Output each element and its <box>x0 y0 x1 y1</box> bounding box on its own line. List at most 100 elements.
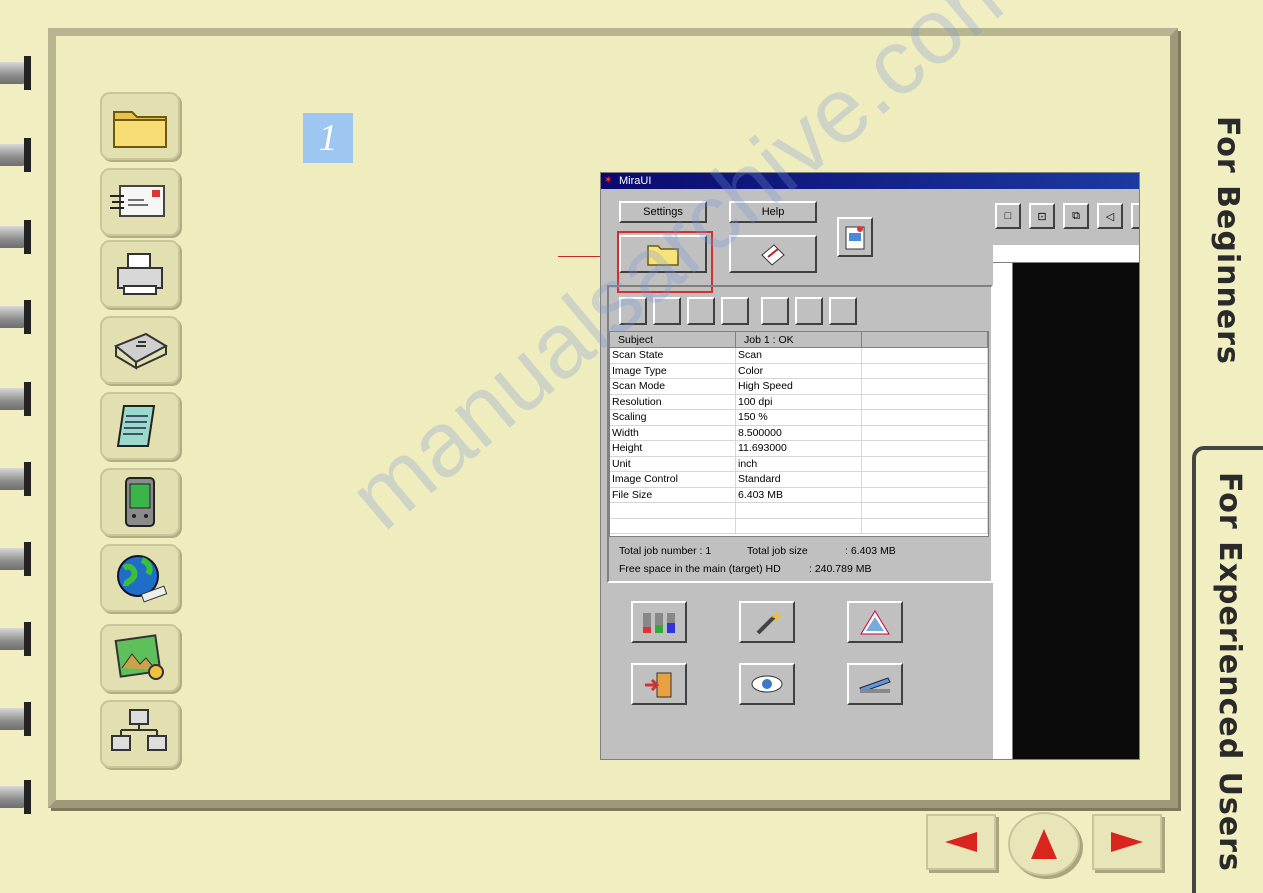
row-value: Scan <box>736 348 862 363</box>
row-value: 8.500000 <box>736 425 862 440</box>
row-extra <box>862 441 988 456</box>
color-bars-button[interactable] <box>631 601 687 643</box>
row-value: High Speed <box>736 379 862 394</box>
save-icon[interactable] <box>721 297 749 325</box>
row-value: 150 % <box>736 410 862 425</box>
row-extra <box>862 425 988 440</box>
header-extra[interactable] <box>862 332 988 347</box>
total-job-size-value: : 6.403 MB <box>845 545 896 557</box>
app-icon: ✶ <box>604 175 613 186</box>
app-titlebar: ✶ MiraUI <box>601 173 1139 189</box>
header-job[interactable]: Job 1 : OK <box>736 332 862 347</box>
row-extra <box>862 472 988 487</box>
crop-tool[interactable]: ⧉ <box>1063 203 1089 229</box>
next-page-button[interactable] <box>1092 814 1162 870</box>
network-icon[interactable] <box>100 700 180 768</box>
row-subject: Image Type <box>610 363 736 378</box>
add-job-icon[interactable] <box>687 297 715 325</box>
arrow-left-icon <box>945 832 977 852</box>
table-row-empty <box>610 503 988 519</box>
tab-for-experienced-users-label: For Experienced Users <box>1212 471 1247 872</box>
handheld-icon[interactable] <box>100 468 180 536</box>
table-row[interactable]: Scaling 150 % <box>610 410 988 426</box>
binder-ring <box>0 462 34 496</box>
job-table: Subject Job 1 : OK Scan State Scan Image T… <box>609 331 989 537</box>
mail-icon[interactable] <box>100 168 180 236</box>
select-tool[interactable]: □ <box>995 203 1021 229</box>
settings-button[interactable]: Settings <box>619 201 707 223</box>
color-triangle-button[interactable] <box>847 601 903 643</box>
document-icon <box>845 226 865 250</box>
previous-page-button[interactable] <box>926 814 996 870</box>
preview-eye-button[interactable] <box>739 663 795 705</box>
app-title: MiraUI <box>619 175 652 187</box>
arrow-right-icon <box>1111 832 1143 852</box>
row-value: 100 dpi <box>736 394 862 409</box>
notepad-icon[interactable] <box>100 392 180 460</box>
delete-icon[interactable] <box>829 297 857 325</box>
row-subject: Width <box>610 425 736 440</box>
folder-icon[interactable] <box>100 92 180 160</box>
table-row-empty <box>610 518 988 534</box>
copy-icon[interactable] <box>653 297 681 325</box>
binder-ring <box>0 702 34 736</box>
scan-button[interactable] <box>847 663 903 705</box>
settings-grid-icon[interactable] <box>795 297 823 325</box>
row-value: 11.693000 <box>736 441 862 456</box>
table-body: Scan State Scan Image Type Color Scan Mode Hi… <box>610 348 988 534</box>
binder-ring <box>0 138 34 172</box>
preview-area <box>1013 263 1139 759</box>
magic-wand-button[interactable] <box>739 601 795 643</box>
table-row[interactable]: Image Type Color <box>610 363 988 379</box>
edit-button[interactable] <box>729 235 817 273</box>
lightning-icon[interactable] <box>761 297 789 325</box>
exit-button[interactable] <box>631 663 687 705</box>
tab-for-experienced-users[interactable]: For Experienced Users <box>1192 446 1263 893</box>
row-extra <box>862 363 988 378</box>
highlight-box <box>617 231 713 293</box>
row-subject: Image Control <box>610 472 736 487</box>
row-subject: Scaling <box>610 410 736 425</box>
header-subject[interactable]: Subject <box>610 332 736 347</box>
row-subject: Scan Mode <box>610 379 736 394</box>
help-button[interactable]: Help <box>729 201 817 223</box>
total-job-number: Total job number : 1 <box>619 545 712 557</box>
table-row[interactable]: Image Control Standard <box>610 472 988 488</box>
row-value: Color <box>736 363 862 378</box>
row-extra <box>862 487 988 502</box>
row-extra <box>862 348 988 363</box>
row-value: inch <box>736 456 862 471</box>
table-row[interactable]: Resolution 100 dpi <box>610 394 988 410</box>
row-extra <box>862 379 988 394</box>
fax-icon[interactable] <box>100 316 180 384</box>
color-bars-icon <box>643 613 675 633</box>
table-row[interactable]: File Size 6.403 MB <box>610 487 988 503</box>
document-icon-button[interactable] <box>837 217 873 257</box>
table-header: Subject Job 1 : OK <box>610 332 988 348</box>
photo-icon[interactable] <box>100 624 180 692</box>
row-subject: Height <box>610 441 736 456</box>
table-row[interactable]: Height 11.693000 <box>610 441 988 457</box>
row-subject: Resolution <box>610 394 736 409</box>
zoom-tool[interactable]: ⊡ <box>1029 203 1055 229</box>
free-space-label: Free space in the main (target) HD <box>619 563 781 575</box>
color-triangle-icon <box>860 610 890 635</box>
select-all-icon[interactable] <box>619 297 647 325</box>
table-row[interactable]: Width 8.500000 <box>610 425 988 441</box>
prev-tool[interactable]: ◁ <box>1097 203 1123 229</box>
printer-icon[interactable] <box>100 240 180 308</box>
table-row[interactable]: Scan Mode High Speed <box>610 379 988 395</box>
globe-icon[interactable] <box>100 544 180 612</box>
row-subject: Scan State <box>610 348 736 363</box>
up-page-button[interactable] <box>1008 812 1080 876</box>
scanner-icon <box>859 677 891 693</box>
step-number-badge: 1 <box>303 113 353 163</box>
row-extra <box>862 456 988 471</box>
eye-icon <box>751 675 783 693</box>
table-row[interactable]: Unit inch <box>610 456 988 472</box>
binder-ring <box>0 56 34 90</box>
more-tool[interactable] <box>1131 203 1139 229</box>
ruler-top <box>993 245 1139 263</box>
tab-for-beginners[interactable]: For Beginners <box>1192 40 1263 440</box>
table-row[interactable]: Scan State Scan <box>610 348 988 364</box>
